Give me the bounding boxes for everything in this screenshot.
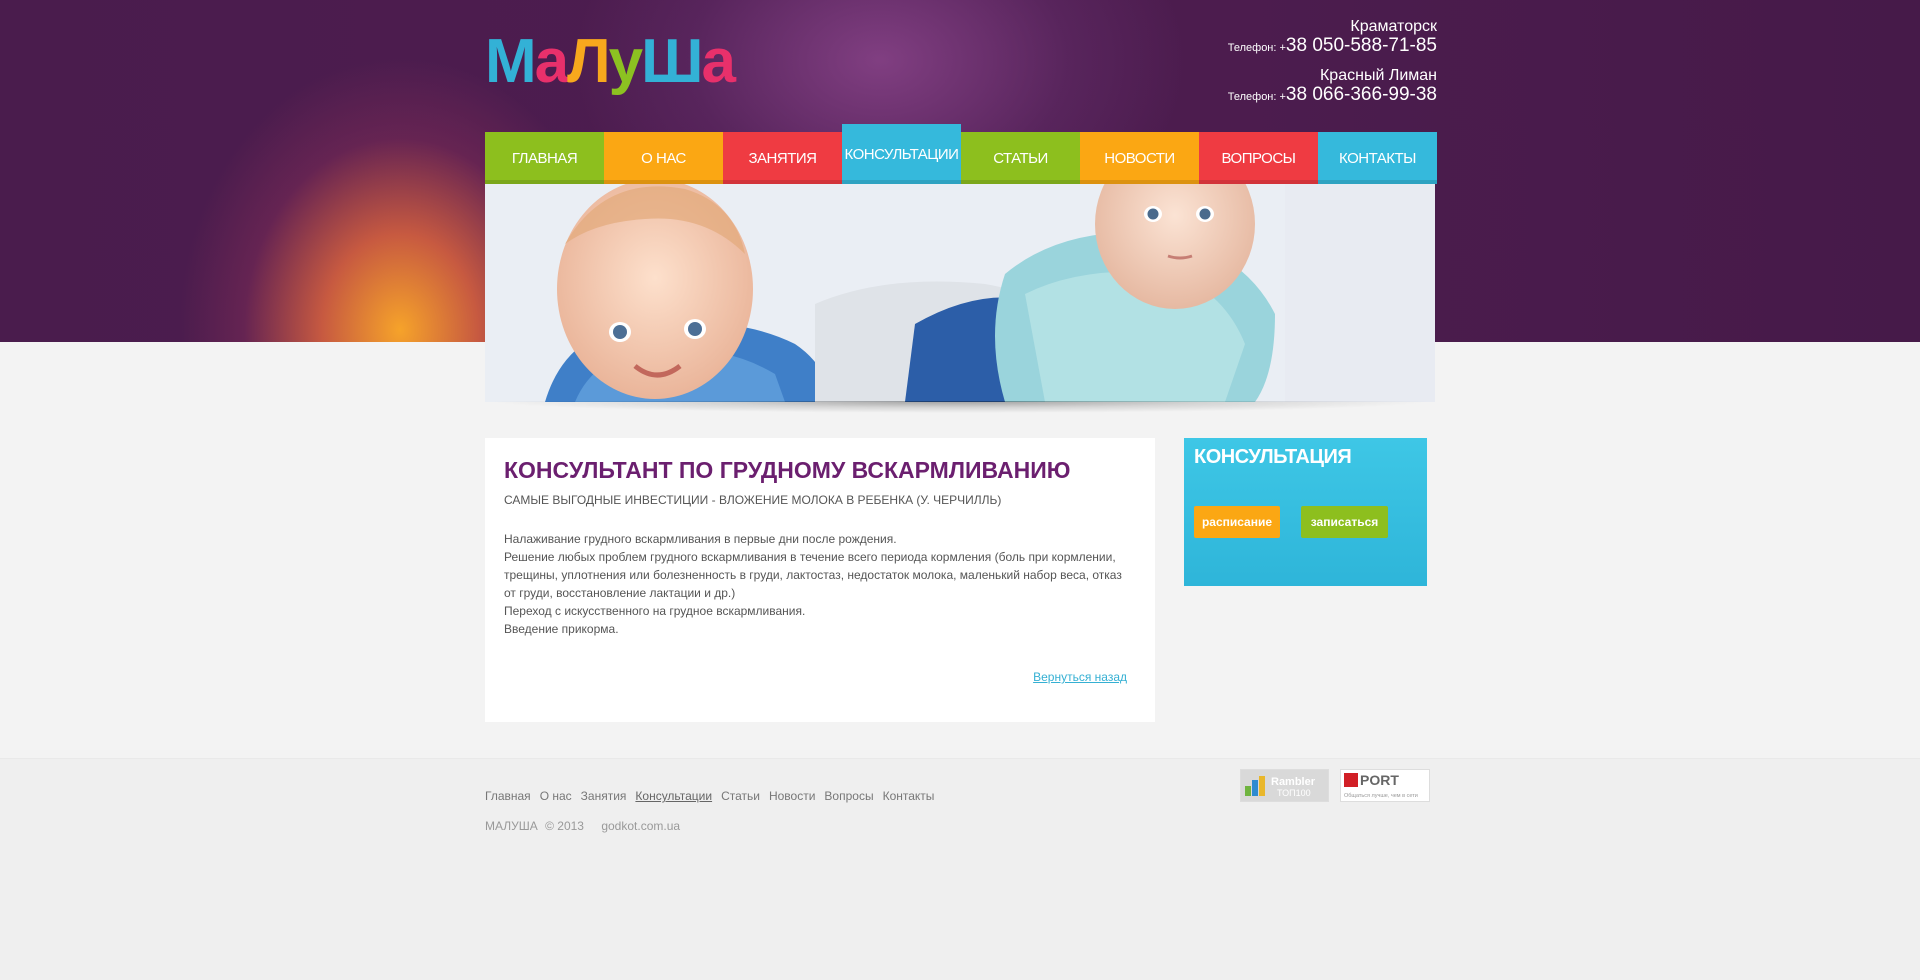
phone-line: Телефон: +38 050-588-71-85 [1228, 36, 1437, 58]
rambler-top100-icon: Rambler ТОП100 [1241, 770, 1328, 801]
babies-illustration [485, 184, 1435, 402]
back-link[interactable]: Вернуться назад [1033, 670, 1127, 684]
footer-nav-item[interactable]: Занятия [581, 789, 627, 803]
nav-item-4[interactable]: Консультации [842, 124, 961, 184]
contact-block: Красный Лиман Телефон: +38 066-366-99-38 [1228, 67, 1437, 107]
rambler-counter[interactable]: Rambler ТОП100 [1240, 769, 1329, 802]
phone-number[interactable]: 38 050-588-71-85 [1286, 35, 1437, 56]
footer-nav-item[interactable]: Главная [485, 789, 531, 803]
port-icon: PORT Общаться лучше, чем в сети [1341, 770, 1429, 801]
city-name: Краматорск [1350, 18, 1437, 35]
copyright-year: © 2013 [545, 819, 584, 833]
article-body: Налаживание грудного вскармливания в пер… [504, 530, 1136, 638]
footer-nav-item[interactable]: Консультации [635, 789, 712, 803]
nav-item-6[interactable]: Новости [1080, 132, 1199, 184]
hero-banner [485, 184, 1435, 402]
phone-line: Телефон: +38 066-366-99-38 [1228, 85, 1437, 107]
signup-button[interactable]: записаться [1301, 506, 1388, 538]
logo-letter: Л [567, 27, 610, 96]
hero-shadow [485, 401, 1435, 423]
rambler-sub: ТОП100 [1277, 788, 1311, 798]
contacts: Краматорск Телефон: +38 050-588-71-85 Крас… [1228, 18, 1437, 116]
copyright: МАЛУША © 2013 godkot.com.ua [485, 819, 694, 833]
nav-item-7[interactable]: Вопросы [1199, 132, 1318, 184]
article-paragraph: Переход с искусственного на грудное вска… [504, 604, 806, 618]
nav-item-5[interactable]: Статьи [961, 132, 1080, 184]
footer-nav-item[interactable]: Новости [769, 789, 815, 803]
rambler-name: Rambler [1271, 776, 1316, 788]
footer-nav-item[interactable]: Контакты [883, 789, 935, 803]
footer-nav-item[interactable]: Статьи [721, 789, 760, 803]
main-nav: Главная О нас Занятия Консультации Статьи Нов… [485, 124, 1437, 184]
page-subtitle: Самые выгодные инвестиции - вложение мол… [504, 493, 1002, 507]
logo-letter: у [608, 27, 644, 96]
schedule-button[interactable]: расписание [1194, 506, 1280, 538]
phone-label: Телефон: + [1227, 42, 1286, 54]
article-paragraph: Введение прикорма. [504, 622, 619, 636]
consultation-title: Консультация [1194, 446, 1352, 468]
article-paragraph: Решение любых проблем грудного вскармлив… [504, 550, 1122, 600]
article-paragraph: Налаживание грудного вскармливания в пер… [504, 532, 897, 546]
site-logo[interactable]: МаЛуШа [485, 22, 736, 102]
footer-nav-item[interactable]: Вопросы [824, 789, 873, 803]
contact-block: Краматорск Телефон: +38 050-588-71-85 [1228, 18, 1437, 58]
nav-item-8[interactable]: Контакты [1318, 132, 1437, 184]
copyright-brand: МАЛУША [485, 819, 538, 833]
city-name: Красный Лиман [1319, 67, 1437, 84]
page-title: Консультант по грудному вскармливанию [504, 457, 1071, 483]
consultation-box: Консультация расписание записаться [1184, 438, 1427, 586]
logo-letter: а [701, 27, 736, 96]
port-counter[interactable]: PORT Общаться лучше, чем в сети [1340, 769, 1430, 802]
credit-link[interactable]: godkot.com.ua [601, 819, 680, 833]
logo-letter: Ш [641, 27, 703, 96]
nav-item-2[interactable]: О нас [604, 132, 723, 184]
phone-label: Телефон: + [1227, 91, 1286, 103]
port-sub: Общаться лучше, чем в сети [1344, 793, 1418, 799]
main-content: Консультант по грудному вскармливанию Са… [485, 438, 1155, 722]
footer-nav-item[interactable]: О нас [540, 789, 572, 803]
footer-nav: Главная О нас Занятия Консультации Статьи Нов… [485, 789, 943, 803]
logo-letter: М [485, 27, 537, 96]
nav-item-1[interactable]: Главная [485, 132, 604, 184]
phone-number[interactable]: 38 066-366-99-38 [1286, 84, 1437, 105]
port-name: PORT [1360, 772, 1399, 788]
logo-letter: а [534, 27, 570, 96]
nav-item-3[interactable]: Занятия [723, 132, 842, 184]
footer [0, 758, 1920, 980]
